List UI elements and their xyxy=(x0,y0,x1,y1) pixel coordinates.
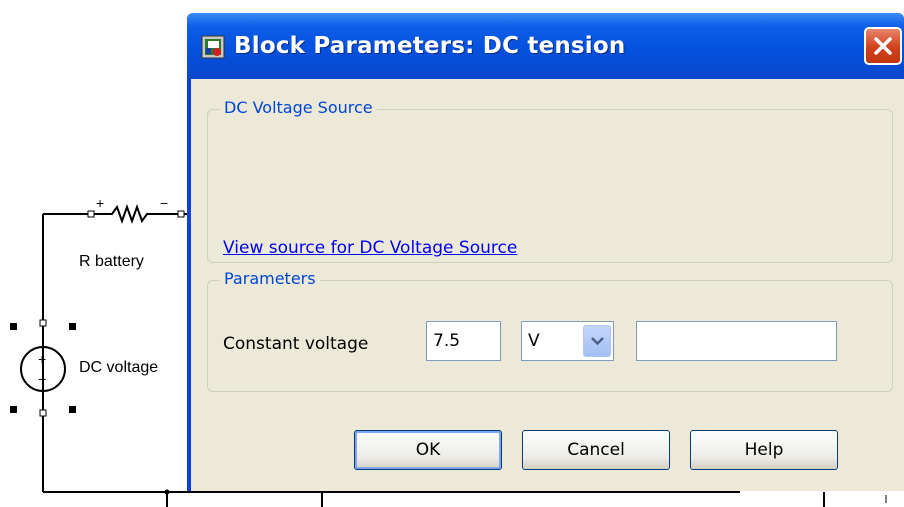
unit-select[interactable]: V xyxy=(521,321,614,361)
selection-handle xyxy=(10,323,17,330)
selection-handle xyxy=(69,323,76,330)
svg-text:−: − xyxy=(38,371,46,387)
app-block-icon xyxy=(201,35,225,59)
cancel-button[interactable]: Cancel xyxy=(522,430,670,470)
help-button[interactable]: Help xyxy=(690,430,838,470)
source-group-legend: DC Voltage Source xyxy=(220,98,377,117)
view-source-link[interactable]: View source for DC Voltage Source xyxy=(223,238,517,258)
resistor-label: R battery xyxy=(79,253,144,270)
constant-voltage-input[interactable]: 7.5 xyxy=(426,321,501,361)
unit-extra-input[interactable] xyxy=(636,321,837,361)
ok-button[interactable]: OK xyxy=(354,430,502,470)
parameters-group-legend: Parameters xyxy=(220,269,320,288)
dialog-titlebar[interactable]: Block Parameters: DC tension xyxy=(187,13,904,79)
dropdown-arrow-button[interactable] xyxy=(583,325,611,357)
svg-text:+: + xyxy=(38,351,46,367)
close-icon xyxy=(874,37,892,55)
resistor-symbol xyxy=(92,204,187,224)
block-parameters-dialog: Block Parameters: DC tension DC Voltage … xyxy=(187,13,904,491)
selection-handle xyxy=(10,406,17,413)
unit-select-value: V xyxy=(528,331,540,351)
parameters-group: Parameters Constant voltage 7.5 V xyxy=(207,269,893,392)
svg-text:−: − xyxy=(160,195,168,211)
selection-handle xyxy=(69,406,76,413)
dropdown-arrow-icon xyxy=(591,337,604,346)
dialog-client-area: DC Voltage Source View source for DC Vol… xyxy=(191,79,904,491)
source-group: DC Voltage Source View source for DC Vol… xyxy=(207,98,893,263)
dc-source-label: DC voltage xyxy=(79,359,159,376)
constant-voltage-label: Constant voltage xyxy=(223,334,369,354)
dialog-title: Block Parameters: DC tension xyxy=(234,33,626,59)
svg-text:+: + xyxy=(96,195,104,211)
close-button[interactable] xyxy=(864,27,902,65)
